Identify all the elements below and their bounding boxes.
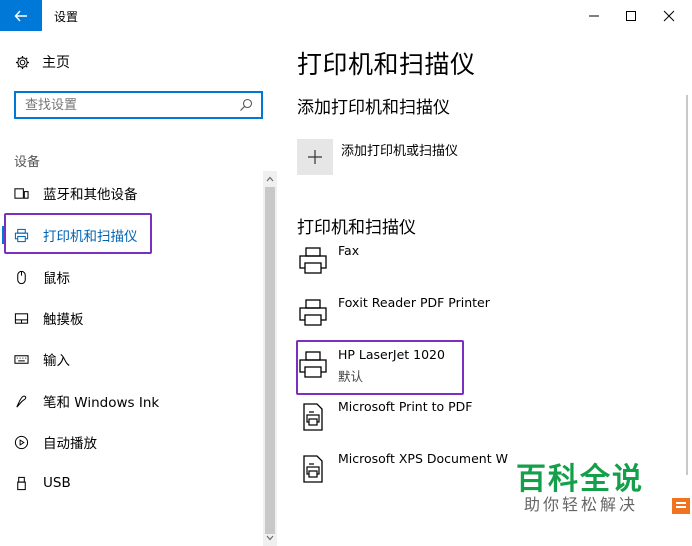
printer-item-ms-xps[interactable]: Microsoft XPS Document W: [297, 451, 527, 497]
sidebar-item-label: 输入: [43, 353, 70, 369]
sidebar: 主页 设备 蓝牙和其他设备 打印机和扫描仪 鼠标 触摸板: [0, 31, 278, 546]
chevron-up-icon: [266, 176, 274, 182]
sidebar-item-pen[interactable]: 笔和 Windows Ink: [0, 381, 262, 421]
watermark-logo-icon: [672, 498, 690, 514]
chevron-down-icon: [266, 535, 274, 541]
sidebar-item-usb[interactable]: USB: [0, 463, 262, 503]
section-label-devices: 设备: [14, 155, 41, 170]
title-bar: 设置: [0, 0, 692, 31]
autoplay-icon: [13, 434, 29, 450]
sidebar-item-label: 自动播放: [43, 436, 97, 452]
printer-name: Microsoft Print to PDF: [338, 399, 473, 414]
sidebar-item-label: 蓝牙和其他设备: [43, 187, 138, 203]
sidebar-item-mouse[interactable]: 鼠标: [0, 257, 262, 297]
add-section-title: 添加打印机和扫描仪: [297, 98, 450, 118]
home-label: 主页: [42, 55, 70, 71]
highlight-box-hp-printer: [296, 340, 464, 395]
touchpad-icon: [13, 310, 29, 326]
pen-icon: [13, 393, 29, 409]
printers-section-title: 打印机和扫描仪: [297, 218, 416, 238]
printer-name: Fax: [338, 243, 360, 258]
watermark: 百科全说 助你轻松解决: [512, 454, 692, 516]
document-printer-icon: [303, 455, 323, 483]
mouse-icon: [13, 269, 29, 285]
home-nav-item[interactable]: 主页: [14, 52, 70, 72]
sidebar-item-touchpad[interactable]: 触摸板: [0, 298, 262, 338]
keyboard-icon: [13, 351, 29, 367]
sidebar-item-autoplay[interactable]: 自动播放: [0, 422, 262, 462]
gear-icon: [14, 54, 30, 70]
close-icon: [663, 10, 675, 21]
close-button[interactable]: [650, 0, 688, 31]
add-printer-button[interactable]: [297, 139, 333, 175]
highlight-box-printers-nav: [4, 213, 152, 254]
search-icon[interactable]: [239, 98, 253, 112]
bluetooth-devices-icon: [13, 185, 29, 201]
printer-item-ms-pdf[interactable]: Microsoft Print to PDF: [297, 399, 527, 445]
minimize-button[interactable]: [575, 0, 613, 31]
search-box[interactable]: [14, 91, 263, 119]
add-printer-label[interactable]: 添加打印机或扫描仪: [341, 140, 458, 159]
printer-item-foxit[interactable]: Foxit Reader PDF Printer: [297, 295, 527, 341]
sidebar-item-label: USB: [43, 475, 71, 491]
sidebar-item-label: 触摸板: [43, 312, 84, 328]
scroll-up-button[interactable]: [263, 172, 277, 186]
maximize-icon: [626, 10, 636, 21]
plus-icon: [308, 150, 322, 164]
scroll-down-button[interactable]: [263, 531, 277, 545]
printer-icon: [299, 247, 327, 274]
sidebar-item-typing[interactable]: 输入: [0, 339, 262, 379]
document-printer-icon: [303, 403, 323, 431]
search-input[interactable]: [16, 93, 226, 117]
back-button[interactable]: [0, 0, 42, 31]
printer-name: Foxit Reader PDF Printer: [338, 295, 490, 310]
sidebar-item-label: 笔和 Windows Ink: [43, 395, 160, 411]
page-title: 打印机和扫描仪: [297, 50, 476, 79]
printer-item-fax[interactable]: Fax: [297, 243, 527, 289]
usb-icon: [13, 475, 29, 491]
printer-name: Microsoft XPS Document W: [338, 451, 508, 466]
sidebar-item-label: 鼠标: [43, 271, 70, 287]
maximize-button[interactable]: [612, 0, 650, 31]
sidebar-scrollbar-thumb[interactable]: [265, 187, 275, 534]
sidebar-item-bluetooth[interactable]: 蓝牙和其他设备: [0, 173, 262, 213]
window-title: 设置: [54, 10, 79, 24]
watermark-subtitle: 助你轻松解决: [524, 495, 639, 514]
minimize-icon: [589, 15, 599, 16]
back-arrow-icon: [14, 10, 27, 21]
printer-icon: [299, 299, 327, 326]
main-scrollbar[interactable]: [686, 95, 688, 475]
